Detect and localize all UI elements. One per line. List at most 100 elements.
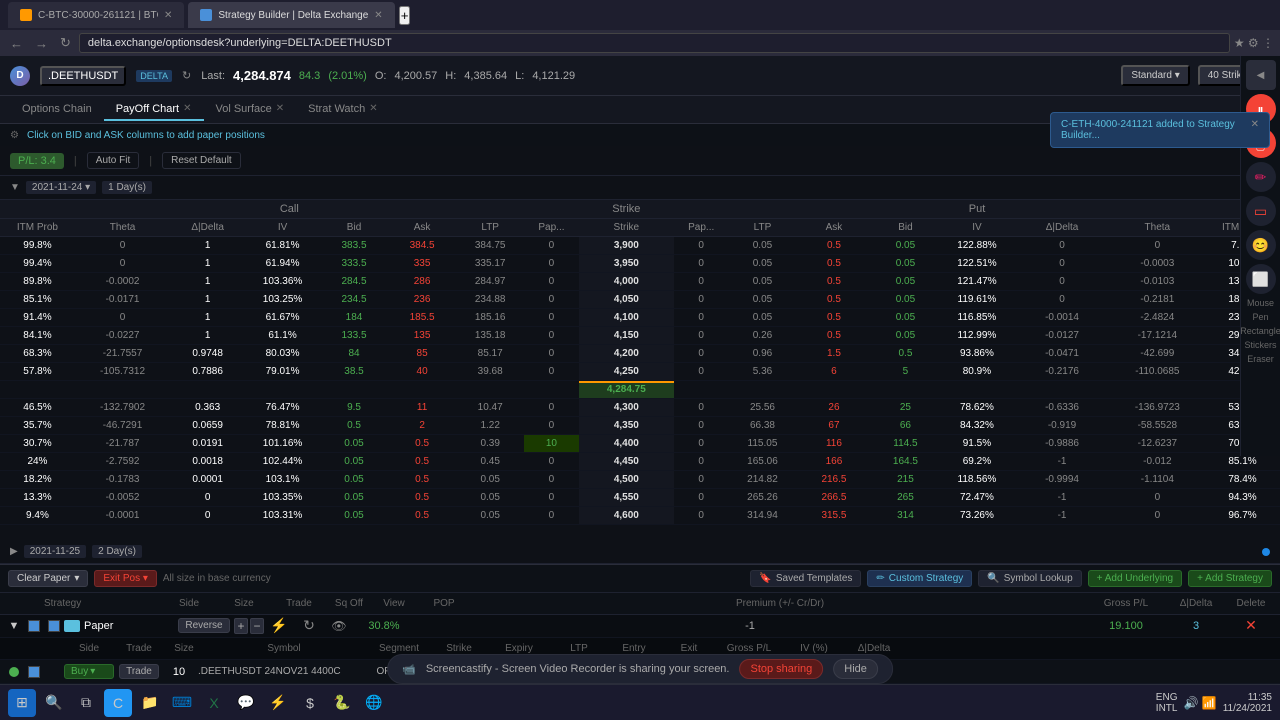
ask-call[interactable]: 135 xyxy=(388,327,456,345)
bid-call[interactable]: 0.05 xyxy=(320,489,388,507)
ask-put[interactable]: 0.5 xyxy=(797,327,872,345)
ask-put[interactable]: 0.5 xyxy=(797,273,872,291)
exit-pos-btn[interactable]: Exit Pos ▾ xyxy=(94,570,157,587)
app1-icon[interactable]: ⚡ xyxy=(264,689,292,717)
start-icon[interactable]: ⊞ xyxy=(8,689,36,717)
bid-call[interactable]: 284.5 xyxy=(320,273,388,291)
gitbash-icon[interactable]: $ xyxy=(296,689,324,717)
ask-put[interactable]: 0.5 xyxy=(797,291,872,309)
date-expand-2[interactable]: ▶ xyxy=(10,546,18,557)
ask-call[interactable]: 384.5 xyxy=(388,237,456,255)
col-ask-call[interactable]: Ask xyxy=(388,219,456,237)
ask-call[interactable]: 0.5 xyxy=(388,507,456,525)
ask-put[interactable]: 266.5 xyxy=(797,489,872,507)
col-bid-call[interactable]: Bid xyxy=(320,219,388,237)
col-ask-put[interactable]: Ask xyxy=(797,219,872,237)
ask-call[interactable]: 40 xyxy=(388,363,456,381)
reset-default-btn[interactable]: Reset Default xyxy=(162,152,241,169)
ask-put[interactable]: 67 xyxy=(797,417,872,435)
symbol-lookup-btn[interactable]: 🔍 Symbol Lookup xyxy=(978,570,1081,587)
stickers-tool-btn[interactable]: 😊 xyxy=(1246,230,1276,260)
refresh-strategy-icon[interactable]: ↻ xyxy=(303,617,315,634)
bid-call[interactable]: 383.5 xyxy=(320,237,388,255)
bid-call[interactable]: 9.5 xyxy=(320,399,388,417)
app2-icon[interactable]: 🐍 xyxy=(328,689,356,717)
rectangle-tool-btn[interactable]: ▭ xyxy=(1246,196,1276,226)
bid-put[interactable]: 5 xyxy=(871,363,939,381)
tab-strat-watch[interactable]: Strat Watch ✕ xyxy=(296,99,389,121)
side-buy-badge[interactable]: Buy ▾ xyxy=(64,664,114,679)
ask-call[interactable]: 11 xyxy=(388,399,456,417)
vscode-icon[interactable]: ⌨ xyxy=(168,689,196,717)
search-taskbar[interactable]: 🔍 xyxy=(40,689,68,717)
ask-call[interactable]: 85 xyxy=(388,345,456,363)
bid-call[interactable]: 184 xyxy=(320,309,388,327)
url-bar[interactable] xyxy=(79,33,1230,53)
saved-templates-btn[interactable]: 🔖 Saved Templates xyxy=(750,570,861,587)
col-bid-put[interactable]: Bid xyxy=(871,219,939,237)
bid-put[interactable]: 164.5 xyxy=(871,453,939,471)
bid-put[interactable]: 0.05 xyxy=(871,309,939,327)
bid-put[interactable]: 314 xyxy=(871,507,939,525)
tab-close-btc[interactable]: ✕ xyxy=(164,10,172,21)
refresh-icon[interactable]: ↻ xyxy=(182,69,191,82)
hide-btn[interactable]: Hide xyxy=(833,659,878,679)
standard-dropdown[interactable]: Standard ▾ xyxy=(1121,65,1189,86)
ask-call[interactable]: 0.5 xyxy=(388,471,456,489)
bid-put[interactable]: 0.05 xyxy=(871,291,939,309)
payoff-chart-close[interactable]: ✕ xyxy=(183,103,191,114)
strategy-checkbox[interactable] xyxy=(28,620,40,632)
bid-put[interactable]: 25 xyxy=(871,399,939,417)
chrome-icon[interactable]: C xyxy=(104,689,132,717)
strategy-checkbox2[interactable] xyxy=(48,620,60,632)
ask-call[interactable]: 335 xyxy=(388,255,456,273)
ask-call[interactable]: 185.5 xyxy=(388,309,456,327)
delete-strategy-btn[interactable]: ✕ xyxy=(1245,617,1257,634)
tab-vol-surface[interactable]: Vol Surface ✕ xyxy=(204,99,297,121)
bid-call[interactable]: 333.5 xyxy=(320,255,388,273)
bid-put[interactable]: 0.5 xyxy=(871,345,939,363)
bid-call[interactable]: 84 xyxy=(320,345,388,363)
strat-watch-close[interactable]: ✕ xyxy=(369,103,377,114)
bid-put[interactable]: 0.05 xyxy=(871,255,939,273)
ask-put[interactable]: 6 xyxy=(797,363,872,381)
date-expand-1[interactable]: ▼ xyxy=(10,182,20,193)
auto-fit-btn[interactable]: Auto Fit xyxy=(87,152,139,169)
bid-put[interactable]: 0.05 xyxy=(871,327,939,345)
settings-icon[interactable]: ⚙ xyxy=(10,130,19,141)
ask-put[interactable]: 0.5 xyxy=(797,237,872,255)
eraser-tool-btn[interactable]: ⬜ xyxy=(1246,264,1276,294)
browser-tab-delta[interactable]: Strategy Builder | Delta Exchange ✕ xyxy=(188,2,394,28)
new-tab-button[interactable]: + xyxy=(399,6,411,25)
lightning-icon[interactable]: ⚡ xyxy=(270,617,287,634)
ask-call[interactable]: 0.5 xyxy=(388,453,456,471)
taskview-icon[interactable]: ⧉ xyxy=(72,689,100,717)
expand-tools-icon[interactable]: ◀ xyxy=(1246,60,1276,90)
tab-options-chain[interactable]: Options Chain xyxy=(10,99,104,121)
ask-call[interactable]: 2 xyxy=(388,417,456,435)
vol-surface-close[interactable]: ✕ xyxy=(276,103,284,114)
bid-call[interactable]: 38.5 xyxy=(320,363,388,381)
bid-call[interactable]: 0.05 xyxy=(320,507,388,525)
file-icon[interactable]: 📁 xyxy=(136,689,164,717)
bid-put[interactable]: 215 xyxy=(871,471,939,489)
ask-put[interactable]: 0.5 xyxy=(797,255,872,273)
add-strategy-btn[interactable]: + Add Strategy xyxy=(1188,570,1272,587)
stop-sharing-btn[interactable]: Stop sharing xyxy=(739,659,823,679)
bid-call[interactable]: 133.5 xyxy=(320,327,388,345)
bid-call[interactable]: 0.5 xyxy=(320,417,388,435)
leg-checkbox[interactable] xyxy=(28,666,40,678)
bid-put[interactable]: 66 xyxy=(871,417,939,435)
ask-call[interactable]: 0.5 xyxy=(388,489,456,507)
refresh-button[interactable]: ↻ xyxy=(56,33,75,53)
tab-close-delta[interactable]: ✕ xyxy=(374,10,382,21)
ask-call[interactable]: 236 xyxy=(388,291,456,309)
notification-close-btn[interactable]: ✕ xyxy=(1251,119,1259,130)
ask-call[interactable]: 0.5 xyxy=(388,435,456,453)
bid-call[interactable]: 234.5 xyxy=(320,291,388,309)
bid-call[interactable]: 0.05 xyxy=(320,471,388,489)
bid-put[interactable]: 0.05 xyxy=(871,237,939,255)
ask-put[interactable]: 26 xyxy=(797,399,872,417)
expand-strategy[interactable]: ▼ xyxy=(4,620,24,632)
forward-button[interactable]: → xyxy=(31,34,52,53)
